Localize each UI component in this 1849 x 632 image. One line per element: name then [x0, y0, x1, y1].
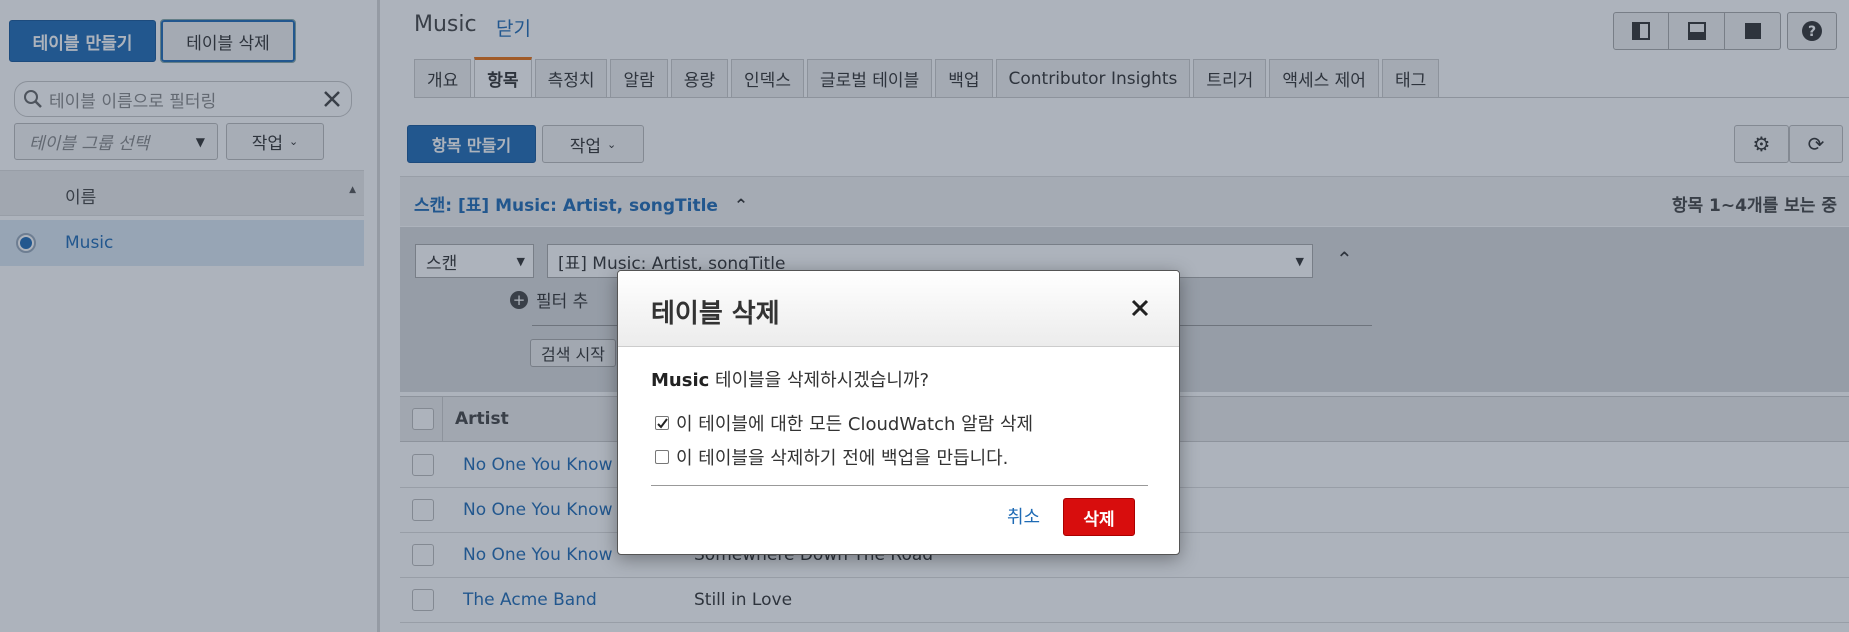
cancel-button[interactable]: 취소 [1007, 503, 1040, 529]
table-name: Music [651, 370, 710, 391]
delete-alarms-option[interactable]: 이 테이블에 대한 모든 CloudWatch 알람 삭제 [655, 410, 1033, 436]
create-backup-label: 이 테이블을 삭제하기 전에 백업을 만듭니다. [676, 448, 1009, 469]
delete-table-dialog: 테이블 삭제 Music 테이블을 삭제하시겠습니까? 이 테이블에 대한 모든… [617, 270, 1180, 555]
question-text: 테이블을 삭제하시겠습니까? [709, 370, 929, 391]
dialog-header: 테이블 삭제 [618, 271, 1179, 347]
create-backup-checkbox[interactable] [655, 450, 669, 464]
close-icon[interactable] [1125, 293, 1155, 323]
dialog-divider [651, 485, 1148, 486]
dialog-title: 테이블 삭제 [651, 299, 780, 329]
delete-alarms-checkbox[interactable] [655, 416, 669, 430]
delete-question: Music 테이블을 삭제하시겠습니까? [651, 366, 929, 392]
create-backup-option[interactable]: 이 테이블을 삭제하기 전에 백업을 만듭니다. [655, 444, 1008, 470]
delete-alarms-label: 이 테이블에 대한 모든 CloudWatch 알람 삭제 [676, 414, 1034, 435]
delete-button[interactable]: 삭제 [1063, 498, 1135, 536]
